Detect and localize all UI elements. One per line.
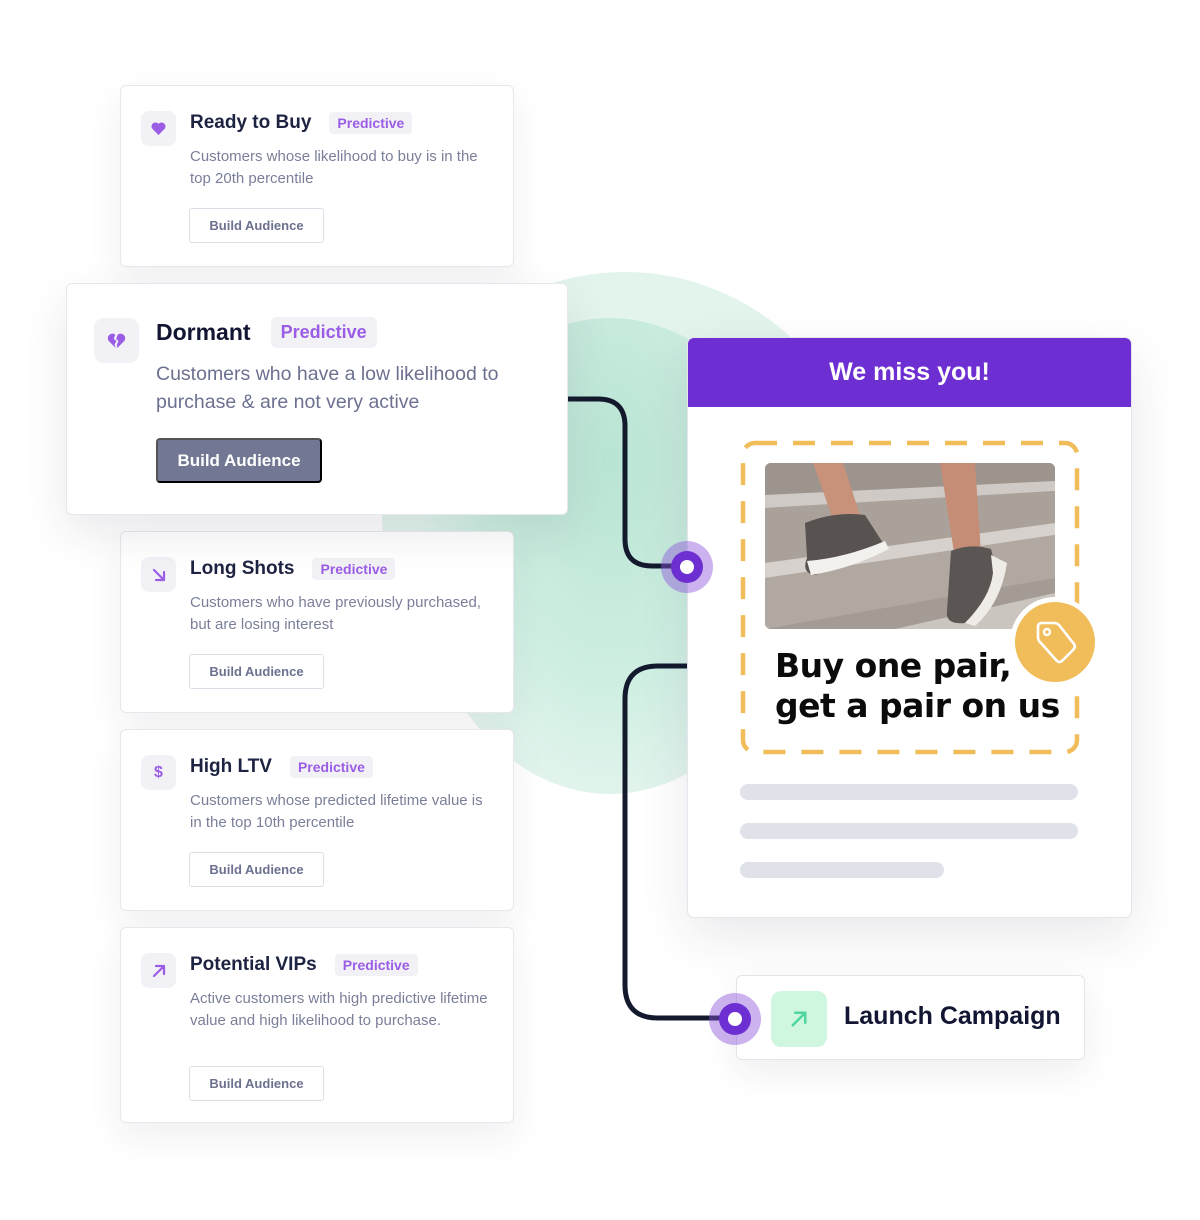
coupon-line-2: get a pair on us <box>775 686 1060 725</box>
coupon-block: Buy one pair, get a pair on us <box>740 440 1080 755</box>
build-audience-button[interactable]: Build Audience <box>189 852 324 887</box>
broken-heart-icon <box>94 318 139 363</box>
predictive-badge: Predictive <box>329 112 413 134</box>
connector-node[interactable] <box>709 993 761 1045</box>
segment-title: Ready to Buy <box>190 112 312 133</box>
segment-description: Active customers with high predictive li… <box>190 990 488 1029</box>
launch-campaign-button[interactable]: Launch Campaign <box>736 975 1085 1060</box>
segment-title: High LTV <box>190 756 272 777</box>
price-tag-icon <box>1010 597 1100 687</box>
predictive-badge: Predictive <box>270 317 377 348</box>
arrow-up-right-icon <box>141 953 176 988</box>
email-header: We miss you! <box>688 338 1131 407</box>
connector-node[interactable] <box>661 541 713 593</box>
build-audience-button[interactable]: Build Audience <box>189 208 324 243</box>
predictive-badge: Predictive <box>312 558 396 580</box>
segment-description: Customers whose predicted lifetime value… <box>190 792 483 831</box>
sneakers-on-stairs-photo <box>765 463 1055 629</box>
arrow-up-right-icon <box>771 991 827 1047</box>
segment-card-long-shots[interactable]: Long Shots Predictive Customers who have… <box>120 531 514 713</box>
placeholder-text-line <box>740 784 1078 800</box>
segment-description: Customers who have previously purchased,… <box>190 594 481 633</box>
segment-description: Customers whose likelihood to buy is in … <box>190 148 478 187</box>
build-audience-button[interactable]: Build Audience <box>156 438 322 483</box>
segment-description: Customers who have a low likelihood to p… <box>156 363 499 413</box>
predictive-badge: Predictive <box>334 954 418 976</box>
predictive-badge: Predictive <box>289 756 373 778</box>
segment-card-high-ltv[interactable]: $ High LTV Predictive Customers whose pr… <box>120 729 514 911</box>
segment-title: Potential VIPs <box>190 954 317 975</box>
launch-campaign-label: Launch Campaign <box>844 1002 1061 1030</box>
segment-title: Dormant <box>156 319 251 345</box>
build-audience-button[interactable]: Build Audience <box>189 1066 324 1101</box>
placeholder-text-line <box>740 862 944 878</box>
heart-icon <box>141 111 176 146</box>
arrow-down-right-icon <box>141 557 176 592</box>
build-audience-button[interactable]: Build Audience <box>189 654 324 689</box>
placeholder-text-line <box>740 823 1078 839</box>
segment-card-potential-vips[interactable]: Potential VIPs Predictive Active custome… <box>120 927 514 1123</box>
segment-card-ready-to-buy[interactable]: Ready to Buy Predictive Customers whose … <box>120 85 514 267</box>
segment-title: Long Shots <box>190 558 295 579</box>
segment-card-dormant[interactable]: Dormant Predictive Customers who have a … <box>66 283 568 515</box>
dollar-icon: $ <box>141 755 176 790</box>
